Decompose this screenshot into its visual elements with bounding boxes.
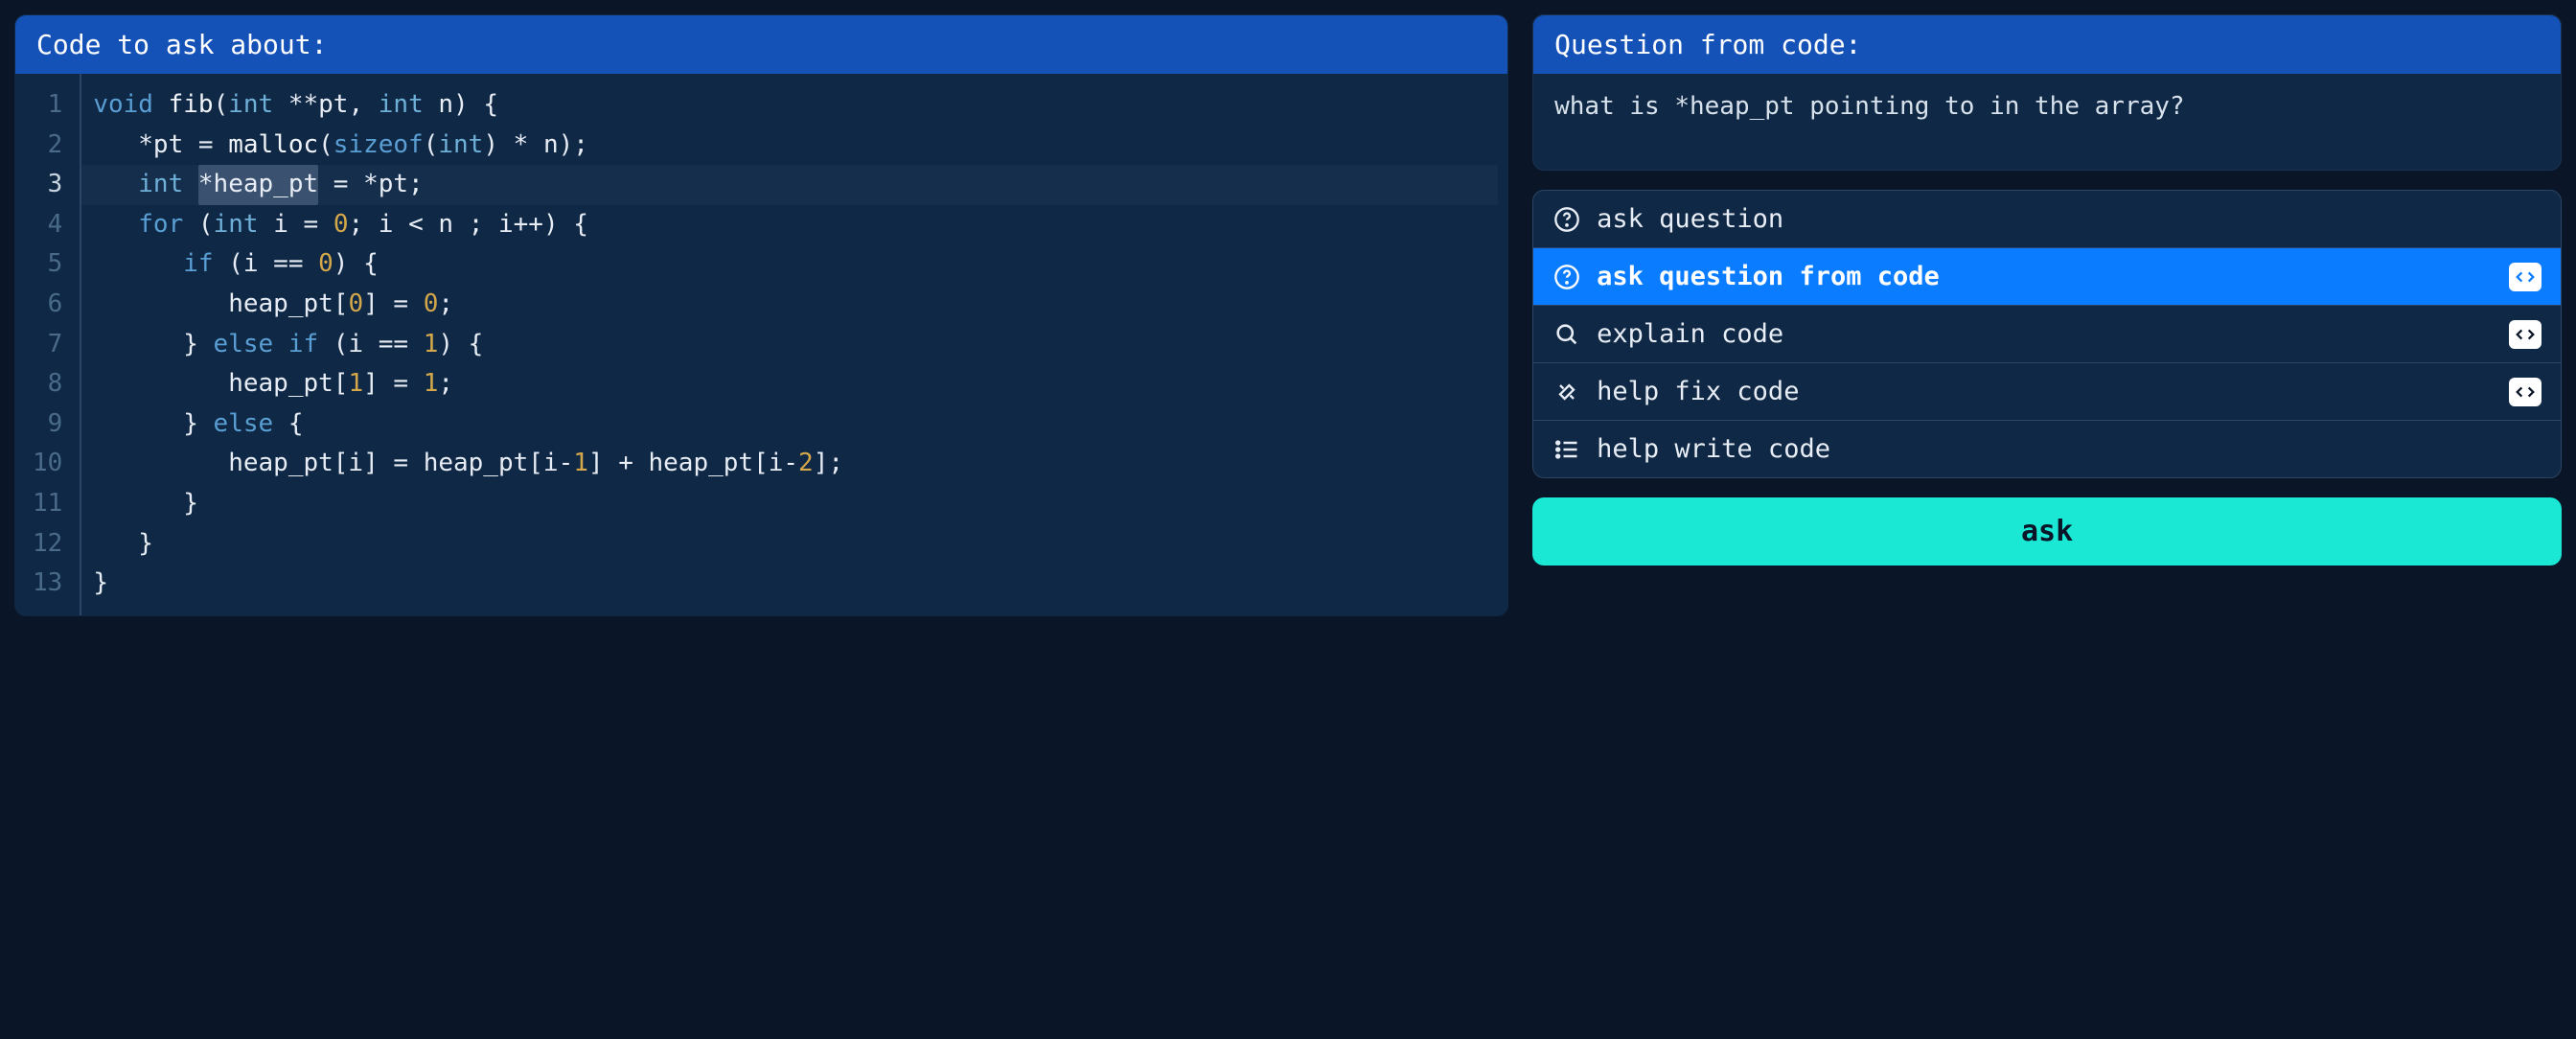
question-panel: Question from code: what is *heap_pt poi… xyxy=(1532,14,2562,171)
tools-icon xyxy=(1552,378,1581,406)
option-label: ask question xyxy=(1597,204,2542,234)
line-number: 11 xyxy=(33,484,62,524)
line-number: 2 xyxy=(33,126,62,166)
code-badge-icon xyxy=(2509,320,2542,349)
code-panel: Code to ask about: 12345678910111213 voi… xyxy=(14,14,1508,616)
line-number: 4 xyxy=(33,205,62,245)
line-number: 7 xyxy=(33,325,62,365)
question-header: Question from code: xyxy=(1533,15,2561,74)
code-line[interactable]: } xyxy=(81,524,1498,565)
options-list: ask question ask question from code explai… xyxy=(1532,190,2562,478)
question-circle-icon xyxy=(1552,263,1581,291)
option-label: help fix code xyxy=(1597,377,2494,406)
line-number: 3 xyxy=(33,165,62,205)
code-line[interactable]: int *heap_pt = *pt; xyxy=(81,165,1498,205)
option-item-explain-code[interactable]: explain code xyxy=(1533,306,2561,363)
code-line[interactable]: } xyxy=(81,564,1498,604)
code-panel-header: Code to ask about: xyxy=(15,15,1507,74)
code-content[interactable]: void fib(int **pt, int n) { *pt = malloc… xyxy=(80,74,1507,615)
list-icon xyxy=(1552,435,1581,464)
option-label: help write code xyxy=(1597,434,2542,464)
line-number: 10 xyxy=(33,444,62,484)
code-line[interactable]: heap_pt[i] = heap_pt[i-1] + heap_pt[i-2]… xyxy=(81,444,1498,484)
option-item-help-fix-code[interactable]: help fix code xyxy=(1533,363,2561,421)
code-line[interactable]: *pt = malloc(sizeof(int) * n); xyxy=(81,126,1498,166)
code-line[interactable]: } else { xyxy=(81,404,1498,445)
code-badge-icon xyxy=(2509,378,2542,406)
code-badge-icon xyxy=(2509,263,2542,291)
option-item-ask-question[interactable]: ask question xyxy=(1533,191,2561,248)
code-line[interactable]: for (int i = 0; i < n ; i++) { xyxy=(81,205,1498,245)
line-number: 12 xyxy=(33,524,62,565)
code-line[interactable]: if (i == 0) { xyxy=(81,244,1498,285)
code-line[interactable]: } xyxy=(81,484,1498,524)
line-number: 5 xyxy=(33,244,62,285)
code-line[interactable]: void fib(int **pt, int n) { xyxy=(81,85,1498,126)
option-label: explain code xyxy=(1597,319,2494,349)
line-gutter: 12345678910111213 xyxy=(15,74,80,615)
code-line[interactable]: heap_pt[1] = 1; xyxy=(81,364,1498,404)
option-label: ask question from code xyxy=(1597,262,2494,291)
magnify-icon xyxy=(1552,320,1581,349)
code-line[interactable]: } else if (i == 1) { xyxy=(81,325,1498,365)
line-number: 1 xyxy=(33,85,62,126)
line-number: 9 xyxy=(33,404,62,445)
line-number: 13 xyxy=(33,564,62,604)
line-number: 8 xyxy=(33,364,62,404)
option-item-ask-question-from-code[interactable]: ask question from code xyxy=(1533,248,2561,306)
ask-button[interactable]: ask xyxy=(1532,497,2562,566)
code-editor[interactable]: 12345678910111213 void fib(int **pt, int… xyxy=(15,74,1507,615)
right-column: Question from code: what is *heap_pt poi… xyxy=(1532,14,2562,616)
question-circle-icon xyxy=(1552,205,1581,234)
line-number: 6 xyxy=(33,285,62,325)
code-line[interactable]: heap_pt[0] = 0; xyxy=(81,285,1498,325)
question-text[interactable]: what is *heap_pt pointing to in the arra… xyxy=(1533,74,2561,170)
option-item-help-write-code[interactable]: help write code xyxy=(1533,421,2561,477)
